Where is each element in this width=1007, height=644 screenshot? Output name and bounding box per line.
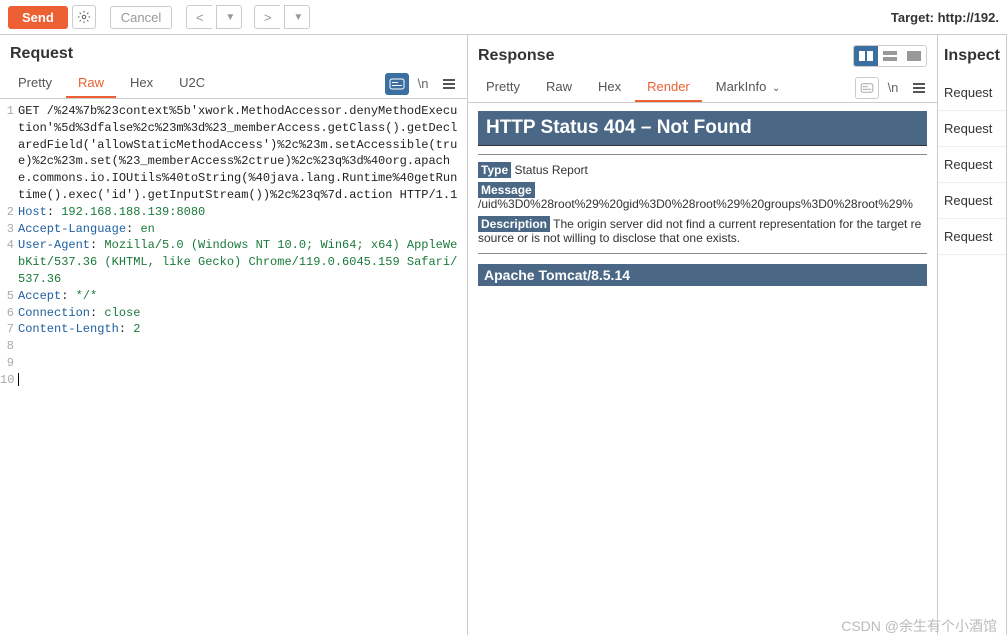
resp-tab-raw[interactable]: Raw bbox=[534, 73, 584, 102]
layout-toggle bbox=[853, 45, 927, 67]
inspector-item[interactable]: Request bbox=[938, 183, 1006, 219]
editor-line[interactable]: 8 bbox=[0, 338, 467, 355]
status-title: HTTP Status 404 – Not Found bbox=[478, 111, 927, 146]
description-label: Description bbox=[478, 216, 550, 232]
layout-stack-button[interactable] bbox=[878, 46, 902, 66]
resp-menu-icon[interactable] bbox=[907, 77, 931, 99]
inspector-item[interactable]: Request bbox=[938, 147, 1006, 183]
inspector-item[interactable]: Request bbox=[938, 111, 1006, 147]
inspector-item[interactable]: Request bbox=[938, 75, 1006, 111]
editor-line[interactable]: 4User-Agent: Mozilla/5.0 (Windows NT 10.… bbox=[0, 237, 467, 287]
editor-line[interactable]: 1GET /%24%7b%23context%5b'xwork.MethodAc… bbox=[0, 103, 467, 204]
message-label: Message bbox=[478, 182, 535, 198]
newline-icon[interactable]: \n bbox=[411, 73, 435, 95]
resp-newline-icon[interactable]: \n bbox=[881, 77, 905, 99]
editor-line[interactable]: 6Connection: close bbox=[0, 305, 467, 322]
layout-split-button[interactable] bbox=[854, 46, 878, 66]
resp-tab-pretty[interactable]: Pretty bbox=[474, 73, 532, 102]
top-toolbar: Send Cancel < ▼ > ▼ Target: http://192. bbox=[0, 0, 1007, 35]
prev-dropdown-button[interactable]: ▼ bbox=[216, 5, 242, 29]
tab-pretty[interactable]: Pretty bbox=[6, 69, 64, 98]
target-label: Target: http://192. bbox=[891, 10, 999, 25]
editor-line[interactable]: 10 bbox=[0, 372, 467, 389]
inspector-item[interactable]: Request bbox=[938, 219, 1006, 255]
tab-raw[interactable]: Raw bbox=[66, 69, 116, 98]
server-footer: Apache Tomcat/8.5.14 bbox=[478, 264, 927, 286]
response-render: HTTP Status 404 – Not Found Type Status … bbox=[468, 103, 937, 294]
inspector-panel: Inspect RequestRequestRequestRequestRequ… bbox=[938, 35, 1007, 635]
resp-tab-render[interactable]: Render bbox=[635, 73, 702, 102]
type-value: Status Report bbox=[514, 163, 587, 177]
editor-line[interactable]: 2Host: 192.168.188.139:8080 bbox=[0, 204, 467, 221]
tab-hex[interactable]: Hex bbox=[118, 69, 165, 98]
gear-icon[interactable] bbox=[72, 5, 96, 29]
resp-tab-hex[interactable]: Hex bbox=[586, 73, 633, 102]
prev-button[interactable]: < bbox=[186, 5, 212, 29]
request-panel: Request Pretty Raw Hex U2C \n 1GET /%24%… bbox=[0, 35, 468, 635]
editor-line[interactable]: 9 bbox=[0, 355, 467, 372]
editor-line[interactable]: 5Accept: */* bbox=[0, 288, 467, 305]
request-editor[interactable]: 1GET /%24%7b%23context%5b'xwork.MethodAc… bbox=[0, 99, 467, 635]
next-dropdown-button[interactable]: ▼ bbox=[284, 5, 310, 29]
resp-tab-markinfo[interactable]: MarkInfo ⌄ bbox=[704, 73, 793, 102]
tab-u2c[interactable]: U2C bbox=[167, 69, 217, 98]
resp-actions-icon[interactable] bbox=[855, 77, 879, 99]
actions-icon[interactable] bbox=[385, 73, 409, 95]
main-area: Request Pretty Raw Hex U2C \n 1GET /%24%… bbox=[0, 35, 1007, 635]
response-panel: Response Pretty Raw Hex Render MarkInfo … bbox=[468, 35, 938, 635]
request-title: Request bbox=[10, 45, 73, 63]
menu-icon[interactable] bbox=[437, 73, 461, 95]
response-tabs: Pretty Raw Hex Render MarkInfo ⌄ \n bbox=[468, 73, 937, 103]
cancel-button[interactable]: Cancel bbox=[110, 6, 172, 29]
editor-line[interactable]: 3Accept-Language: en bbox=[0, 221, 467, 238]
message-value: /uid%3D0%28root%29%20gid%3D0%28root%29%2… bbox=[478, 197, 913, 211]
response-title: Response bbox=[478, 47, 554, 65]
editor-line[interactable]: 7Content-Length: 2 bbox=[0, 321, 467, 338]
inspector-title: Inspect bbox=[938, 35, 1006, 75]
send-button[interactable]: Send bbox=[8, 6, 68, 29]
request-tabs: Pretty Raw Hex U2C \n bbox=[0, 69, 467, 99]
type-label: Type bbox=[478, 162, 511, 178]
next-button[interactable]: > bbox=[254, 5, 280, 29]
layout-single-button[interactable] bbox=[902, 46, 926, 66]
